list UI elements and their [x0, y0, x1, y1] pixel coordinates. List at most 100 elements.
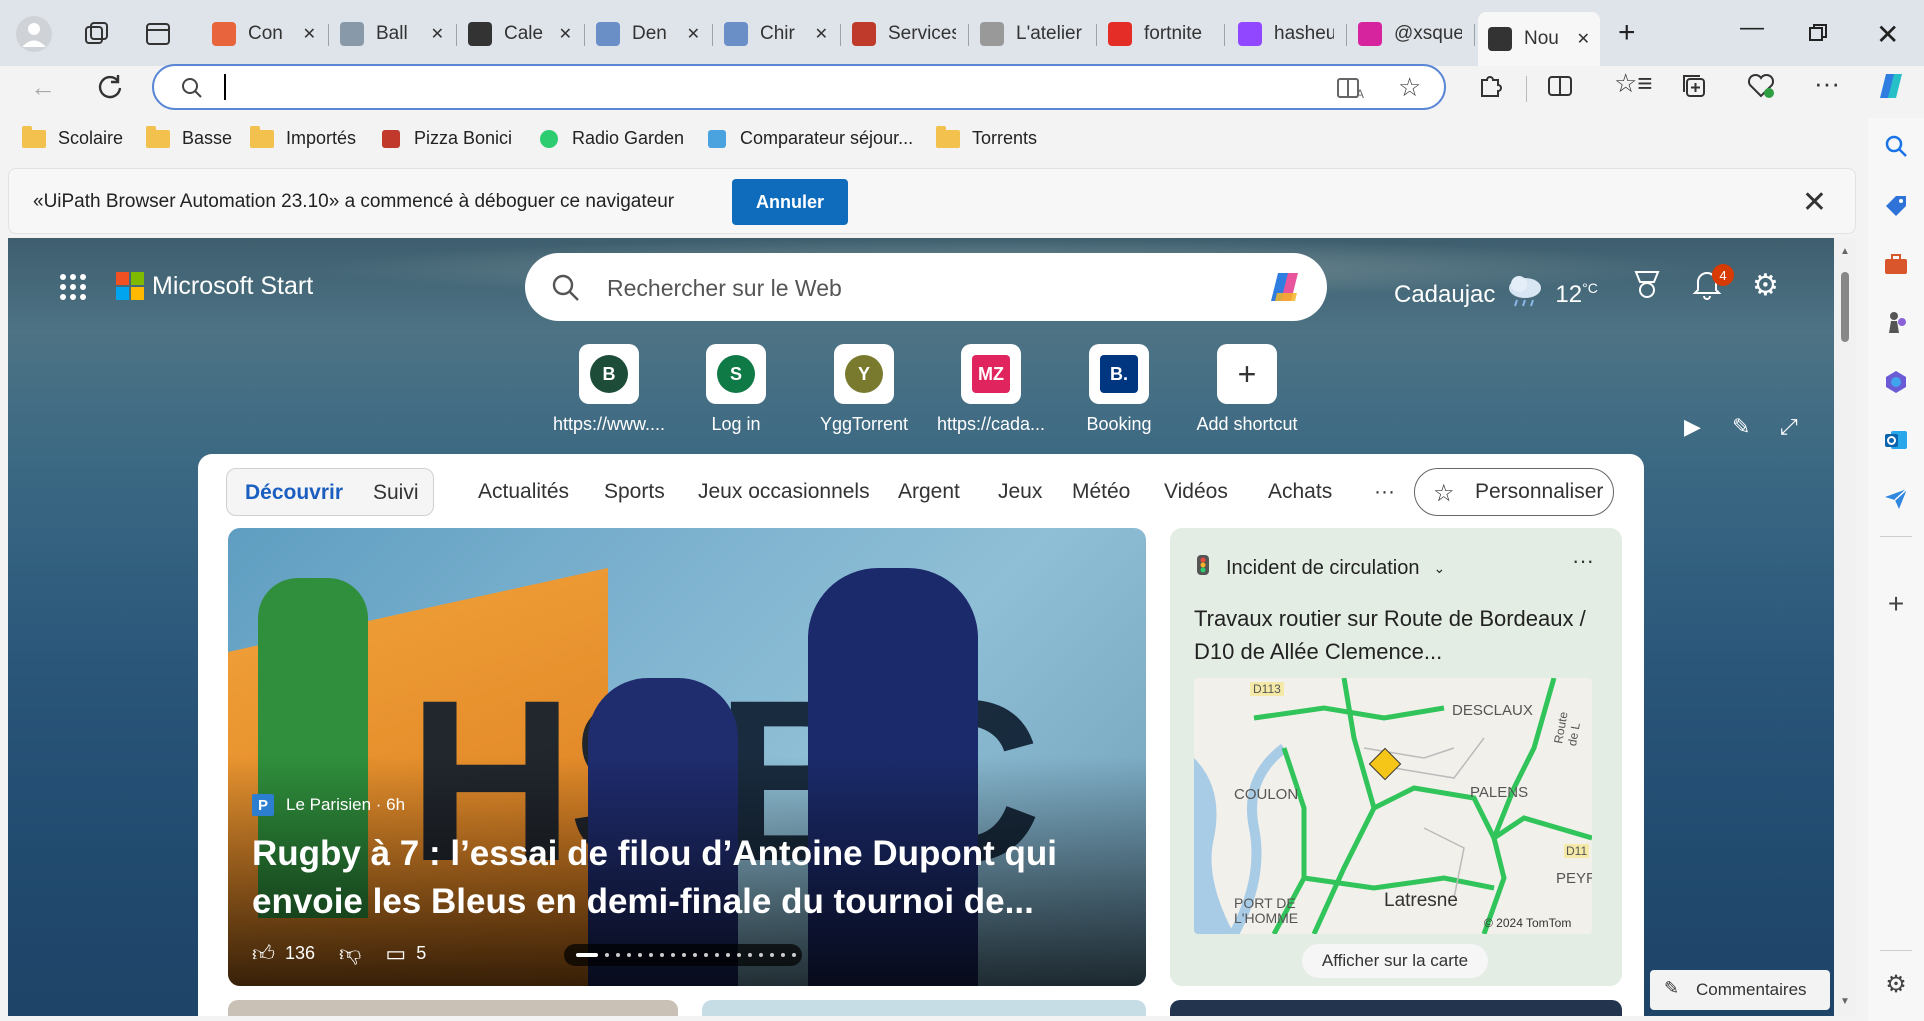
refresh-icon[interactable]	[96, 72, 124, 107]
copilot-search-icon[interactable]	[1263, 267, 1305, 312]
bookmark-item[interactable]: Basse	[146, 125, 244, 149]
personalize-button[interactable]: ☆ Personnaliser	[1414, 468, 1614, 516]
dislike-icon[interactable]: 👎︎	[339, 940, 361, 967]
map-label: COULON	[1234, 786, 1299, 803]
map-label: Latresne	[1384, 890, 1458, 911]
next-card-edge	[1170, 1000, 1622, 1016]
bookmark-item[interactable]: Importés	[250, 125, 368, 149]
expand-icon[interactable]: ⤢	[1780, 414, 1798, 440]
weather-widget[interactable]: Cadaujac 12°C	[1394, 274, 1598, 315]
microsoft365-icon[interactable]	[1882, 368, 1910, 396]
tab-discover[interactable]: Découvrir	[245, 481, 343, 505]
category-tab[interactable]: Actualités	[478, 480, 569, 504]
shortcut-tile[interactable]: MZ https://cada...	[926, 344, 1056, 435]
search-icon[interactable]	[1882, 132, 1910, 160]
category-tab[interactable]: Vidéos	[1164, 480, 1228, 504]
card-more-icon[interactable]: ···	[1572, 548, 1594, 574]
source-name: Le Parisien	[286, 795, 372, 814]
carousel-indicator[interactable]	[564, 944, 802, 966]
scroll-up-icon[interactable]: ▲	[1840, 246, 1850, 257]
traffic-incident-card[interactable]: Incident de circulation ⌄ ··· Travaux ro…	[1170, 528, 1622, 986]
category-tab[interactable]: Jeux occasionnels	[698, 480, 870, 504]
category-tab[interactable]: Jeux	[998, 480, 1042, 504]
search-icon	[180, 76, 204, 105]
new-tab-page: Microsoft Start Rechercher sur le Web Ca…	[8, 238, 1836, 1016]
text-cursor	[224, 74, 226, 100]
bookmark-item[interactable]: Radio Garden	[540, 128, 696, 149]
tools-icon[interactable]	[1882, 250, 1910, 278]
edit-background-icon[interactable]: ✎	[1732, 414, 1750, 440]
personalize-label: Personnaliser	[1475, 480, 1604, 503]
city-label: Cadaujac	[1394, 280, 1496, 308]
split-screen-icon[interactable]	[1546, 72, 1574, 107]
scroll-down-icon[interactable]: ▼	[1840, 996, 1850, 1007]
app-launcher-icon[interactable]	[60, 274, 86, 300]
incident-title[interactable]: Travaux routier sur Route de Bordeaux / …	[1194, 602, 1604, 668]
brand-title[interactable]: Microsoft Start	[152, 272, 313, 301]
bookmark-item[interactable]: Comparateur séjour...	[708, 128, 925, 149]
page-scrollbar[interactable]: ▲ ▼	[1834, 238, 1856, 1016]
shortcut-icon: MZ	[961, 344, 1021, 404]
cancel-button[interactable]: Annuler	[732, 179, 848, 225]
shortcut-tile[interactable]: B. Booking	[1054, 344, 1184, 435]
shortcut-glyph: MZ	[972, 355, 1010, 393]
shortcut-label: YggTorrent	[819, 414, 909, 434]
comment-icon[interactable]: ▭	[385, 941, 406, 967]
rewards-icon[interactable]	[1632, 268, 1662, 307]
bookmark-item[interactable]: Pizza Bonici	[382, 128, 524, 149]
settings-more-icon[interactable]: ···	[1814, 68, 1840, 99]
category-bar: Découvrir Suivi Actualités Sports Jeux occ…	[198, 454, 1644, 526]
web-search-box[interactable]: Rechercher sur le Web	[525, 253, 1327, 321]
favorite-star-icon[interactable]: ☆	[1398, 72, 1421, 103]
bookmark-item[interactable]: Torrents	[936, 125, 1049, 149]
close-infobar-icon[interactable]: ✕	[1802, 185, 1827, 220]
favorites-icon[interactable]: ☆≡	[1614, 68, 1652, 99]
shortcut-label: Log in	[711, 414, 761, 434]
category-tab[interactable]: Météo	[1072, 480, 1130, 504]
scrollbar-thumb[interactable]	[1841, 272, 1849, 342]
article-headline[interactable]: Rugby à 7 : l’essai de filou d’Antoine D…	[252, 830, 1112, 926]
outlook-icon[interactable]	[1882, 426, 1910, 454]
drop-icon[interactable]	[1882, 484, 1910, 512]
article-age: · 6h	[375, 795, 406, 814]
category-tab[interactable]: Argent	[898, 480, 960, 504]
tab-following[interactable]: Suivi	[373, 481, 419, 505]
page-settings-icon[interactable]: ⚙	[1752, 268, 1779, 303]
bookmark-label: Importés	[286, 128, 357, 148]
shortcut-icon: Y	[834, 344, 894, 404]
sidebar-settings-icon[interactable]: ⚙	[1882, 970, 1910, 998]
copilot-icon[interactable]	[1872, 68, 1908, 111]
shortcut-icon: B.	[1089, 344, 1149, 404]
more-categories-button[interactable]: ···	[1374, 480, 1395, 504]
collections-icon[interactable]	[1680, 72, 1708, 107]
back-icon[interactable]: ←	[30, 72, 56, 103]
extensions-icon[interactable]	[1476, 72, 1504, 107]
feedback-button[interactable]: ✎ Commentaires	[1650, 970, 1830, 1010]
temperature-unit: °C	[1582, 280, 1598, 296]
traffic-header-label: Incident de circulation	[1226, 556, 1420, 579]
games-icon[interactable]	[1882, 308, 1910, 336]
shortcut-tile[interactable]: Bhttps://www....	[544, 344, 674, 435]
immersive-reader-icon[interactable]: A	[1336, 76, 1364, 105]
shortcut-tile[interactable]: S Log in	[671, 344, 801, 435]
category-tab[interactable]: Sports	[604, 480, 665, 504]
shopping-tag-icon[interactable]	[1882, 192, 1910, 220]
shortcut-tile[interactable]: Y YggTorrent	[799, 344, 929, 435]
feedback-icon: ✎	[1664, 978, 1680, 998]
play-background-icon[interactable]: ▶	[1684, 414, 1701, 440]
like-icon[interactable]: 👍︎	[252, 940, 275, 967]
map-label: PEYRE	[1556, 870, 1592, 887]
add-shortcut-button[interactable]: + Add shortcut	[1182, 344, 1312, 435]
traffic-map[interactable]: D113 DESCLAUX COULON PALENS PORT DE L'HO…	[1194, 678, 1592, 934]
address-bar[interactable]: A ☆	[152, 64, 1446, 110]
map-label: D113	[1250, 682, 1284, 696]
category-tab[interactable]: Achats	[1268, 480, 1332, 504]
hero-article-card[interactable]: HSBC P Le Parisien · 6h Rugby à 7 : l’es…	[228, 528, 1146, 986]
map-copyright: © 2024 TomTom	[1484, 916, 1572, 930]
bookmark-item[interactable]: Scolaire	[22, 125, 135, 149]
traffic-header[interactable]: Incident de circulation ⌄	[1194, 554, 1445, 582]
search-icon	[551, 273, 581, 308]
browser-essentials-icon[interactable]	[1746, 72, 1776, 107]
show-on-map-button[interactable]: Afficher sur la carte	[1302, 944, 1488, 978]
add-sidebar-app-icon[interactable]: +	[1882, 588, 1910, 619]
